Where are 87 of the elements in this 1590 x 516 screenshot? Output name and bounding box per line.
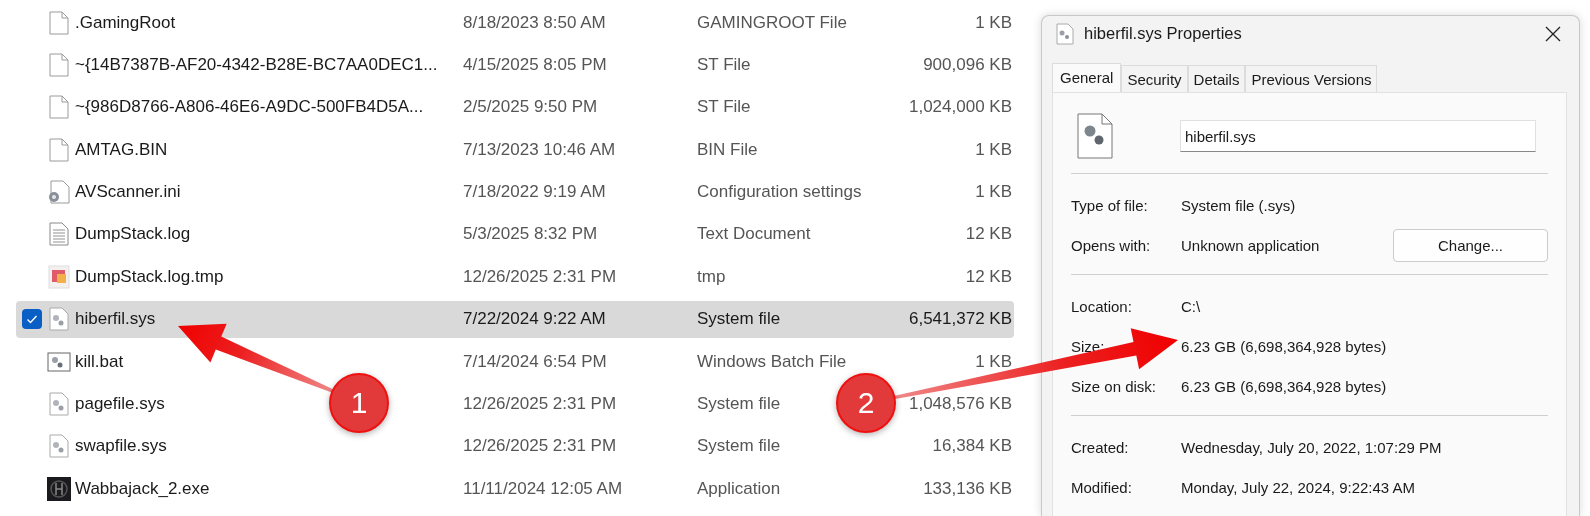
property-value: Unknown application [1181, 236, 1321, 254]
property-value: System file (.sys) [1181, 196, 1297, 214]
file-name: swapfile.sys [75, 436, 167, 456]
property-value: Monday, July 22, 2024, 9:22:43 AM [1181, 478, 1417, 496]
step-badge: 2 [836, 373, 896, 433]
close-icon[interactable] [1545, 25, 1561, 42]
system-file-icon [48, 434, 69, 459]
property-label: Size on disk: [1071, 377, 1158, 395]
property-value: 6.23 GB (6,698,364,928 bytes) [1181, 337, 1388, 355]
file-type: GAMINGROOT File [697, 12, 847, 32]
tab[interactable]: Details [1187, 65, 1246, 92]
file-size: 133,136 KB [923, 478, 1012, 498]
date-modified: 8/18/2023 8:50 AM [463, 12, 607, 33]
file-size: 6,541,372 KB [908, 309, 1012, 329]
file-type: Windows Batch File [697, 351, 847, 371]
file-type: Configuration settings [697, 182, 862, 202]
property-label: Type of file: [1071, 196, 1149, 214]
tab[interactable]: Security [1121, 65, 1188, 92]
file-size: 1 KB [975, 12, 1012, 32]
system-file-icon [1077, 113, 1113, 159]
date-modified: 7/13/2023 10:46 AM [463, 139, 617, 160]
file-name: DumpStack.log.tmp [75, 266, 224, 286]
property-label: Opens with: [1071, 236, 1152, 254]
date-modified: 12/26/2025 2:31 PM [463, 394, 618, 414]
file-size: 12 KB [965, 224, 1012, 244]
property-label: Modified: [1071, 478, 1133, 496]
step-badge: 1 [329, 373, 389, 433]
file-name-field[interactable]: hiberfil.sys [1180, 120, 1536, 152]
date-modified: 7/18/2022 9:19 AM [463, 182, 607, 203]
property-value: Wednesday, July 20, 2022, 1:07:29 PM [1181, 438, 1443, 456]
property-label: Location: [1071, 297, 1133, 315]
file-icon [48, 52, 69, 77]
date-modified: 7/14/2024 6:54 PM [463, 351, 608, 372]
text-file-icon [48, 222, 69, 247]
date-modified: 7/22/2024 9:22 AM [463, 309, 607, 330]
system-file-icon [48, 392, 69, 416]
file-type: Text Document [697, 224, 811, 244]
system-file-icon [1056, 22, 1074, 45]
system-file-icon [48, 307, 69, 332]
image-file-icon [47, 264, 70, 289]
file-name: ~{14B7387B-AF20-4342-B28E-BC7AA0DEC1... [75, 54, 438, 74]
date-modified: 4/15/2025 8:05 PM [463, 54, 608, 75]
window-title: hiberfil.sys Properties [1084, 24, 1243, 43]
file-name: DumpStack.log [75, 224, 191, 244]
file-type: Application [697, 478, 781, 498]
file-size: 16,384 KB [932, 436, 1012, 456]
file-size: 1,048,576 KB [908, 394, 1012, 413]
file-type: ST File [697, 97, 751, 117]
file-name: AVScanner.ini [75, 182, 181, 202]
file-type: ST File [697, 54, 751, 74]
date-modified: 12/26/2025 2:31 PM [463, 436, 618, 457]
file-type: System file [697, 309, 781, 329]
property-value: C:\ [1181, 297, 1202, 315]
date-modified: 2/5/2025 9:50 PM [463, 97, 599, 118]
property-value: 6.23 GB (6,698,364,928 bytes) [1181, 377, 1388, 395]
file-icon [48, 137, 69, 162]
file-size: 900,096 KB [923, 54, 1012, 74]
file-type: System file [697, 436, 781, 456]
tab[interactable]: Previous Versions [1245, 65, 1378, 92]
file-size: 1 KB [975, 351, 1012, 371]
file-name: hiberfil.sys [75, 309, 156, 329]
date-modified: 5/3/2025 8:32 PM [463, 224, 599, 245]
file-size: 1,024,000 KB [908, 97, 1012, 117]
settings-file-icon [47, 180, 70, 205]
file-name: Wabbajack_2.exe [75, 478, 210, 498]
change-button[interactable]: Change... [1393, 228, 1548, 262]
file-name: ~{986D8766-A806-46E6-A9DC-500FB4D5A... [75, 97, 424, 117]
file-size: 1 KB [975, 182, 1012, 202]
checkbox-checked-icon[interactable] [22, 309, 42, 330]
file-icon [48, 10, 69, 35]
file-name: pagefile.sys [75, 394, 165, 413]
date-modified: 12/26/2025 2:31 PM [463, 266, 618, 287]
file-name: .GamingRoot [75, 12, 176, 32]
batch-file-icon [46, 351, 71, 372]
app-icon [46, 476, 71, 501]
tab[interactable]: General [1052, 63, 1122, 92]
file-size: 1 KB [975, 139, 1012, 159]
file-icon [48, 95, 69, 120]
file-type: System file [697, 394, 781, 413]
file-name: AMTAG.BIN [75, 139, 168, 159]
date-modified: 11/11/2024 12:05 AM [463, 478, 624, 499]
file-name: kill.bat [75, 351, 124, 371]
property-label: Created: [1071, 438, 1130, 456]
file-size: 12 KB [965, 266, 1012, 286]
file-type: BIN File [697, 139, 758, 159]
selected-file-row[interactable]: hiberfil.sys 7/22/2024 9:22 AM System file 6,541,372 KB [16, 300, 1014, 338]
file-type: tmp [697, 266, 726, 286]
